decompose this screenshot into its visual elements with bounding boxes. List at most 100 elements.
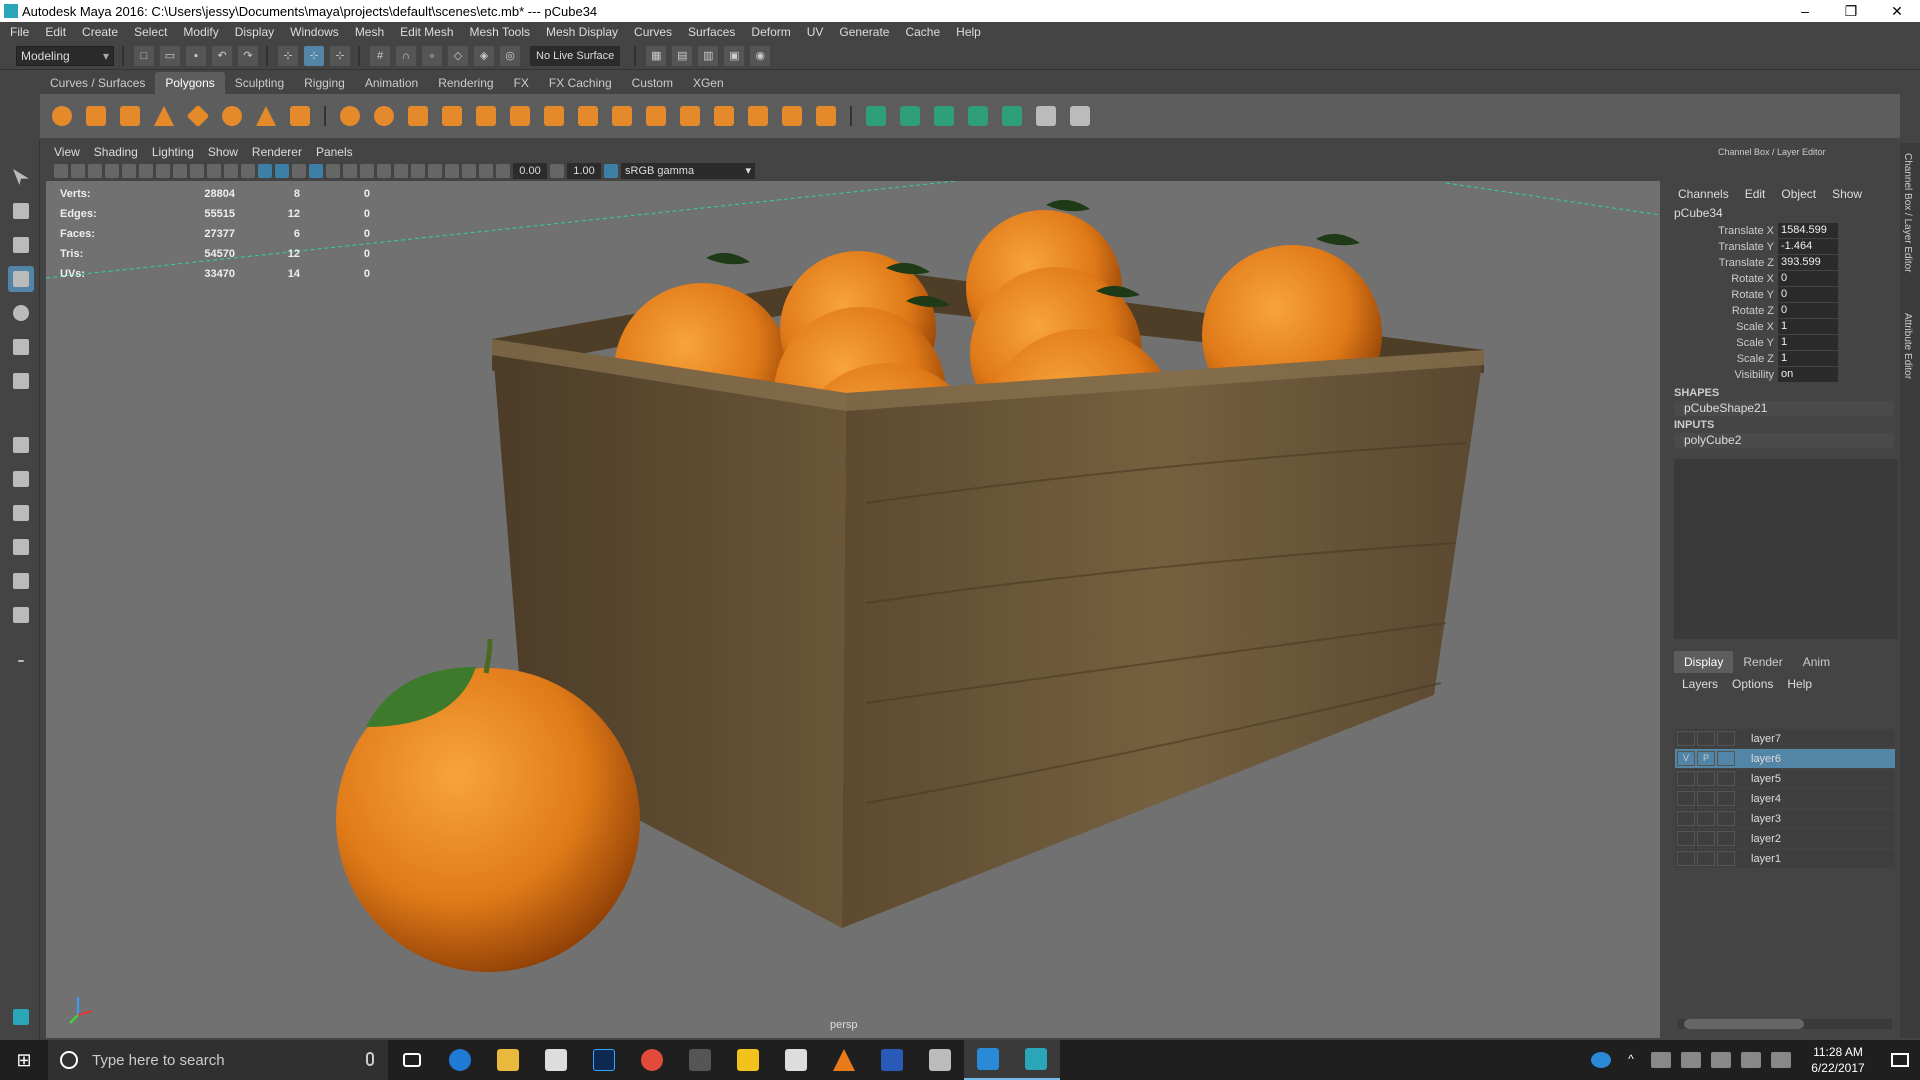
network-icon[interactable] <box>1681 1052 1701 1068</box>
two-pane-side-layout-icon[interactable] <box>8 500 34 526</box>
dropbox-icon[interactable] <box>1651 1052 1671 1068</box>
ipr-render-icon[interactable]: ▣ <box>724 45 745 66</box>
xray-joints-icon[interactable] <box>462 164 476 178</box>
isolate-select-icon[interactable] <box>428 164 442 178</box>
2d-pan-zoom-icon[interactable] <box>122 164 136 178</box>
side-tab-channel-box[interactable]: Channel Box / Layer Editor <box>1902 153 1913 273</box>
attr-value-field[interactable]: on <box>1778 367 1838 382</box>
new-scene-icon[interactable]: □ <box>134 45 154 66</box>
menu-help[interactable]: Help <box>956 25 981 39</box>
exposure-icon[interactable] <box>496 164 510 178</box>
depth-of-field-icon[interactable] <box>411 164 425 178</box>
layer-visibility-toggle[interactable] <box>1677 851 1695 866</box>
menu-curves[interactable]: Curves <box>634 25 672 39</box>
merge-icon[interactable] <box>812 102 840 130</box>
remesh-icon[interactable] <box>506 102 534 130</box>
layer-menu-help[interactable]: Help <box>1787 677 1812 691</box>
menu-set-dropdown[interactable]: Modeling <box>16 45 114 66</box>
color-management-icon[interactable] <box>604 164 618 178</box>
uv-editor-icon[interactable] <box>998 102 1026 130</box>
poly-pipe-icon[interactable] <box>286 102 314 130</box>
grease-pencil-icon[interactable] <box>139 164 153 178</box>
camera-attributes-icon[interactable] <box>71 164 85 178</box>
attr-value-field[interactable]: -1.464 <box>1778 239 1838 254</box>
chrome-icon[interactable] <box>628 1040 676 1080</box>
microphone-icon[interactable] <box>366 1052 374 1066</box>
uv-unfold-icon[interactable] <box>1066 102 1094 130</box>
layer-playback-toggle[interactable] <box>1697 791 1715 806</box>
multi-cut-icon[interactable] <box>540 102 568 130</box>
layer-playback-toggle[interactable] <box>1697 831 1715 846</box>
layer-visibility-toggle[interactable] <box>1677 791 1695 806</box>
cb-menu-show[interactable]: Show <box>1832 187 1862 201</box>
remote-desktop-icon[interactable] <box>964 1040 1012 1080</box>
film-gate-icon[interactable] <box>173 164 187 178</box>
layer-editor-scrollbar[interactable] <box>1678 1019 1892 1029</box>
gate-mask-icon[interactable] <box>207 164 221 178</box>
paint-select-tool-icon[interactable] <box>8 232 34 258</box>
side-tab-attribute-editor[interactable]: Attribute Editor <box>1902 313 1913 379</box>
attr-value-field[interactable]: 0 <box>1778 271 1838 286</box>
cb-menu-object[interactable]: Object <box>1781 187 1816 201</box>
uv-spherical-icon[interactable] <box>930 102 958 130</box>
render-settings-icon[interactable]: ▦ <box>646 45 667 66</box>
shelf-tab-fx[interactable]: FX <box>504 72 539 94</box>
layer-color-swatch[interactable] <box>1717 731 1735 746</box>
poly-torus-icon[interactable] <box>218 102 246 130</box>
layer-color-swatch[interactable] <box>1717 751 1735 766</box>
menu-deform[interactable]: Deform <box>751 25 790 39</box>
layer-menu-options[interactable]: Options <box>1732 677 1773 691</box>
menu-cache[interactable]: Cache <box>905 25 940 39</box>
panel-menu-show[interactable]: Show <box>208 145 238 159</box>
separate-icon[interactable] <box>370 102 398 130</box>
extrude-icon[interactable] <box>574 102 602 130</box>
store-icon[interactable] <box>532 1040 580 1080</box>
grid-toggle-icon[interactable] <box>156 164 170 178</box>
layer-color-swatch[interactable] <box>1717 831 1735 846</box>
single-pane-layout-icon[interactable] <box>8 432 34 458</box>
layer-playback-toggle[interactable] <box>1697 771 1715 786</box>
shelf-tab-xgen[interactable]: XGen <box>683 72 734 94</box>
input-node[interactable]: polyCube2 <box>1674 433 1894 448</box>
layer-row[interactable]: layer3 <box>1675 809 1895 828</box>
panel-menu-view[interactable]: View <box>54 145 80 159</box>
attr-value-field[interactable]: 393.599 <box>1778 255 1838 270</box>
move-tool-icon[interactable] <box>8 266 34 292</box>
toolbox-options-icon[interactable] <box>8 648 34 674</box>
shape-node[interactable]: pCubeShape21 <box>1674 401 1894 416</box>
attr-value-field[interactable]: 1 <box>1778 351 1838 366</box>
layer-playback-toggle[interactable] <box>1697 731 1715 746</box>
layer-color-swatch[interactable] <box>1717 771 1735 786</box>
notepad-icon[interactable] <box>916 1040 964 1080</box>
attr-value-field[interactable]: 0 <box>1778 303 1838 318</box>
layer-row-selected[interactable]: V Player6 <box>1675 749 1895 768</box>
mirror-icon[interactable] <box>404 102 432 130</box>
layer-row[interactable]: layer1 <box>1675 849 1895 868</box>
layer-color-swatch[interactable] <box>1717 791 1735 806</box>
layer-color-swatch[interactable] <box>1717 811 1735 826</box>
start-button[interactable]: ⊞ <box>0 1040 48 1080</box>
reduce-icon[interactable] <box>472 102 500 130</box>
shelf-tab-sculpting[interactable]: Sculpting <box>225 72 294 94</box>
music-app-icon[interactable] <box>676 1040 724 1080</box>
lasso-tool-icon[interactable] <box>8 198 34 224</box>
menu-display[interactable]: Display <box>235 25 274 39</box>
layer-tab-anim[interactable]: Anim <box>1793 651 1840 673</box>
poly-cone-icon[interactable] <box>150 102 178 130</box>
snap-curve-icon[interactable]: ∩ <box>396 45 416 66</box>
append-polygon-icon[interactable] <box>744 102 772 130</box>
layer-row[interactable]: layer7 <box>1675 729 1895 748</box>
poly-cube-icon[interactable] <box>82 102 110 130</box>
battery-icon[interactable] <box>1711 1052 1731 1068</box>
shelf-tab-rigging[interactable]: Rigging <box>294 72 355 94</box>
file-explorer-icon[interactable] <box>484 1040 532 1080</box>
outliner-layout-icon[interactable] <box>8 568 34 594</box>
safe-action-icon[interactable] <box>241 164 255 178</box>
xray-components-icon[interactable] <box>479 164 493 178</box>
vlc-icon[interactable] <box>820 1040 868 1080</box>
select-component-icon[interactable]: ⊹ <box>330 45 350 66</box>
uv-checker-icon[interactable] <box>1032 102 1060 130</box>
snap-view-icon[interactable]: ◇ <box>448 45 468 66</box>
select-tool-icon[interactable] <box>8 164 34 190</box>
layer-row[interactable]: layer5 <box>1675 769 1895 788</box>
